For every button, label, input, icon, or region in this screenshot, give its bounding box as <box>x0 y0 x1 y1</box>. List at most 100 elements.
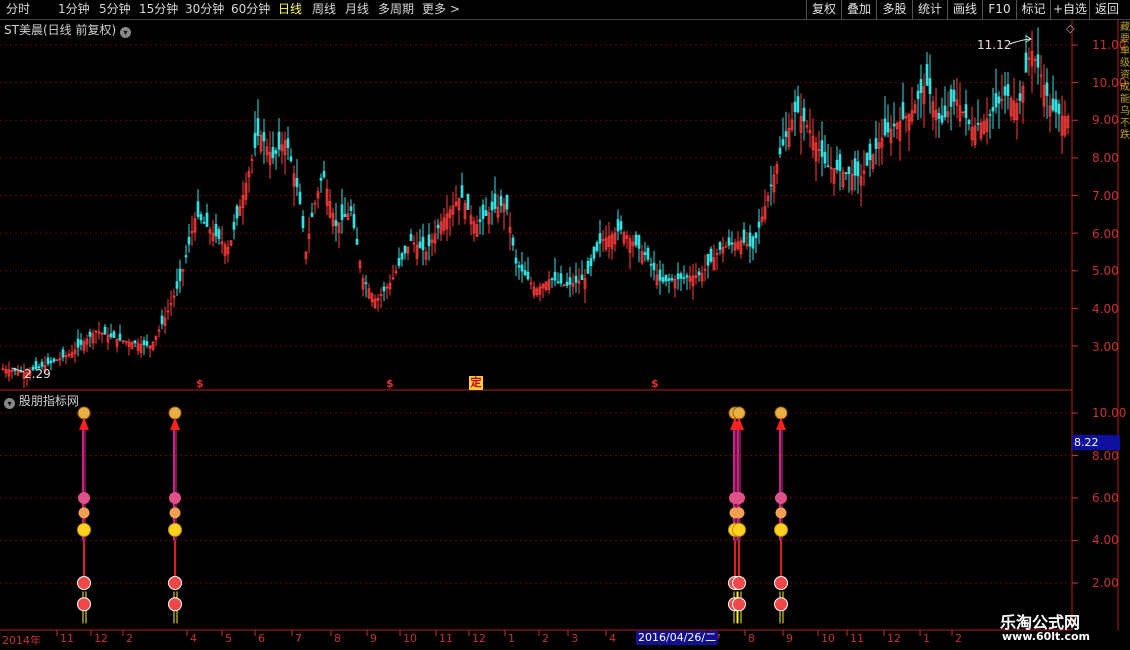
candle-body <box>964 104 968 119</box>
candle-body <box>673 279 677 289</box>
candle-body <box>439 221 443 235</box>
candle-body <box>160 315 164 325</box>
candle-body <box>352 214 356 228</box>
draw-line-button[interactable]: 画线 <box>947 0 982 19</box>
candle-body <box>763 206 767 220</box>
fuquan-button[interactable]: 复权 <box>806 0 841 19</box>
candle-body <box>238 206 242 216</box>
candle-body <box>976 122 980 125</box>
money-bag-icon <box>732 406 746 420</box>
candle-body <box>799 116 803 133</box>
mark-button[interactable]: 标记 <box>1016 0 1050 19</box>
orange-face-icon <box>169 507 181 519</box>
diamond-icon[interactable]: ◇ <box>1066 22 1074 35</box>
candle-body <box>103 326 107 335</box>
time-tick: 3 <box>571 632 578 645</box>
candle-body <box>91 333 95 344</box>
candle-body <box>850 174 854 191</box>
candle-body <box>448 209 452 219</box>
candle-body <box>403 245 407 254</box>
candle-body <box>274 150 278 154</box>
time-tick: 5 <box>225 632 232 645</box>
candle-body <box>169 303 173 305</box>
candle-body <box>664 274 668 282</box>
back-button[interactable]: 返回 <box>1089 0 1124 19</box>
orange-face-icon <box>775 507 787 519</box>
candle-body <box>709 248 713 262</box>
price-tick: 5.00 <box>1092 264 1119 278</box>
period-multi[interactable]: 多周期 <box>378 1 414 18</box>
candle-body <box>637 235 641 249</box>
period-more[interactable]: 更多 > <box>422 1 460 18</box>
candle-body <box>859 176 863 186</box>
candle-body <box>187 236 191 245</box>
candle-body <box>514 257 518 264</box>
candle-body <box>901 102 905 120</box>
period-5min[interactable]: 5分钟 <box>99 1 131 18</box>
candle-body <box>61 349 65 358</box>
candle-body <box>268 151 272 166</box>
candle-body <box>682 277 686 279</box>
candle-body <box>631 241 635 247</box>
candle-body <box>1063 116 1067 136</box>
candle-body <box>667 278 671 281</box>
multistock-button[interactable]: 多股 <box>876 0 912 19</box>
period-fenshi[interactable]: 分时 <box>6 1 30 18</box>
candle-body <box>1003 86 1007 96</box>
candle-body <box>409 234 413 241</box>
candle-body <box>301 216 305 229</box>
chevron-down-icon[interactable]: ▾ <box>4 398 15 409</box>
candle-body <box>10 369 14 372</box>
f10-button[interactable]: F10 <box>982 0 1016 19</box>
candle-body <box>121 340 125 343</box>
candle-body <box>595 242 599 252</box>
overlay-button[interactable]: 叠加 <box>841 0 876 19</box>
period-monthly[interactable]: 月线 <box>345 1 369 18</box>
candle-body <box>949 89 953 107</box>
candle-body <box>481 204 485 219</box>
period-15min[interactable]: 15分钟 <box>139 1 178 18</box>
candle-body <box>109 333 113 337</box>
period-30min[interactable]: 30分钟 <box>185 1 224 18</box>
candle-body <box>661 277 665 283</box>
candle-body <box>391 277 395 280</box>
time-tick: 12 <box>94 632 108 645</box>
indicator-tick: 6.00 <box>1092 491 1119 505</box>
candle-body <box>382 286 386 292</box>
candle-body <box>232 222 236 230</box>
kline-chart[interactable] <box>0 0 1130 650</box>
red-ball-icon <box>77 576 91 590</box>
candle-body <box>1024 52 1028 73</box>
candle-body <box>892 123 896 127</box>
candle-body <box>430 239 434 243</box>
candle-body <box>223 244 227 257</box>
dollar-signal-icon: $ <box>196 377 204 390</box>
period-60min[interactable]: 60分钟 <box>231 1 270 18</box>
period-daily[interactable]: 日线 <box>278 1 302 18</box>
indicator-tick: 4.00 <box>1092 533 1119 547</box>
candle-body <box>499 195 503 206</box>
candle-body <box>994 93 998 108</box>
candle-body <box>445 213 449 230</box>
add-watchlist-button[interactable]: +自选 <box>1050 0 1089 19</box>
candle-body <box>988 114 992 116</box>
period-1min[interactable]: 1分钟 <box>58 1 90 18</box>
candle-body <box>898 120 902 141</box>
stock-title[interactable]: ST美晨(日线 前复权) ▾ <box>4 21 131 38</box>
pink-face-icon <box>775 492 787 504</box>
stats-button[interactable]: 统计 <box>912 0 947 19</box>
chevron-down-icon[interactable]: ▾ <box>119 27 131 38</box>
time-tick: 8 <box>334 632 341 645</box>
candle-body <box>916 90 920 100</box>
pink-face-icon <box>78 492 90 504</box>
time-tick: 12 <box>887 632 901 645</box>
period-weekly[interactable]: 周线 <box>312 1 336 18</box>
indicator-title[interactable]: ▾ 股朋指标网 <box>4 392 79 409</box>
orange-face-icon <box>78 507 90 519</box>
candle-body <box>712 257 716 271</box>
candle-body <box>529 282 533 285</box>
time-tick: 9 <box>370 632 377 645</box>
candle-body <box>334 220 338 226</box>
candle-body <box>880 137 884 148</box>
candle-body <box>1015 103 1019 121</box>
